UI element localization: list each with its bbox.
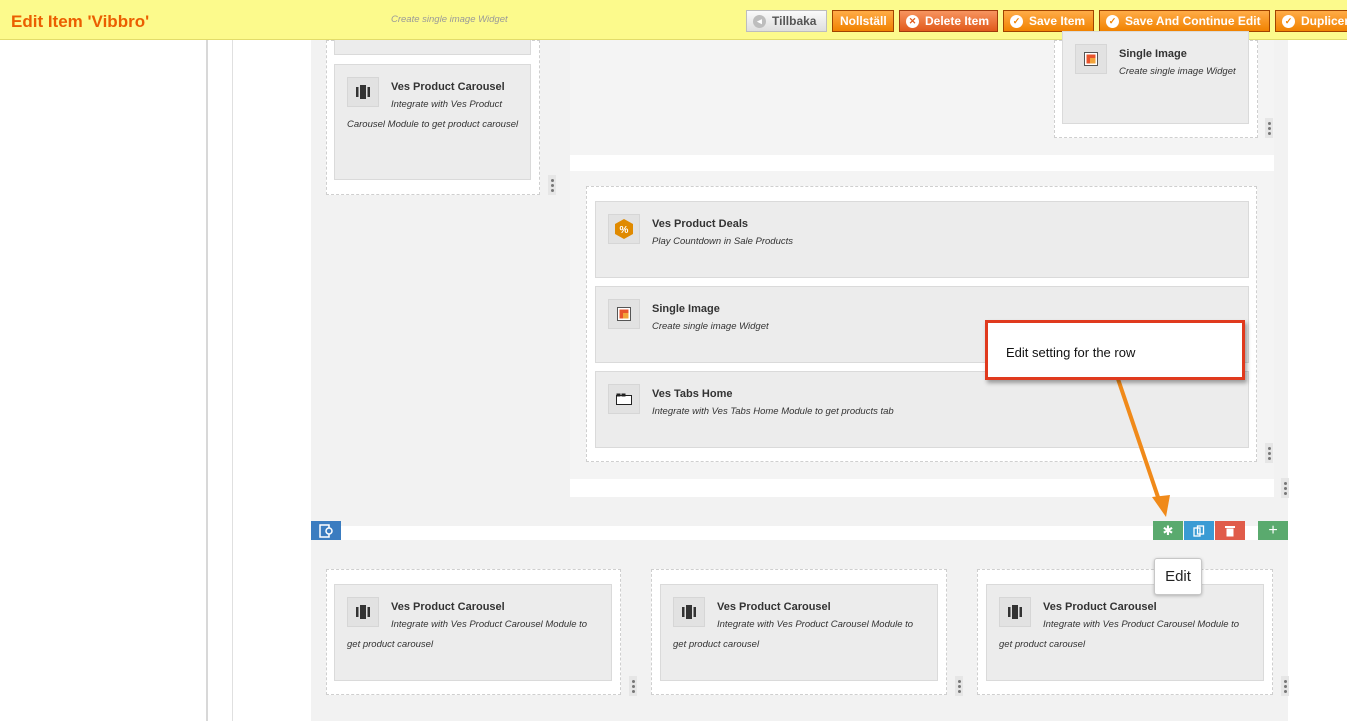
drag-handle[interactable] bbox=[1281, 676, 1289, 696]
drag-handle[interactable] bbox=[1265, 443, 1273, 463]
trash-icon bbox=[1225, 525, 1235, 536]
save-continue-label: Save And Continue Edit bbox=[1125, 14, 1261, 28]
callout-text: Edit setting for the row bbox=[1006, 345, 1136, 360]
delete-icon: ✕ bbox=[906, 14, 919, 28]
check-icon: ✓ bbox=[1282, 14, 1295, 28]
widget-desc: Integrate with Ves Product Carousel Modu… bbox=[347, 619, 588, 650]
row-toolbar bbox=[311, 526, 1288, 540]
tooltip-text: Edit bbox=[1165, 568, 1191, 585]
widget-desc: Integrate with Ves Product Carousel Modu… bbox=[673, 619, 914, 650]
widget-card-partial[interactable]: Create single image Widget bbox=[334, 14, 531, 55]
drag-handle[interactable] bbox=[629, 676, 637, 696]
delete-item-label: Delete Item bbox=[925, 14, 990, 28]
row-separator bbox=[570, 155, 1274, 171]
save-item-label: Save Item bbox=[1029, 14, 1086, 28]
widget-card-carousel[interactable]: Ves Product Carousel Integrate with Ves … bbox=[334, 584, 612, 681]
widget-title: Ves Tabs Home bbox=[652, 388, 733, 400]
row-delete-button[interactable] bbox=[1215, 521, 1245, 540]
reset-button[interactable]: Nollställ bbox=[832, 10, 894, 32]
drag-handle[interactable] bbox=[955, 676, 963, 696]
check-icon: ✓ bbox=[1106, 14, 1119, 28]
widget-desc: Create single image Widget bbox=[391, 14, 508, 25]
save-continue-button[interactable]: ✓ Save And Continue Edit bbox=[1099, 10, 1270, 32]
edit-tooltip: Edit bbox=[1154, 558, 1202, 595]
left-gutter bbox=[208, 40, 233, 721]
widget-title: Ves Product Carousel bbox=[717, 601, 831, 613]
widget-card-deals[interactable]: % Ves Product Deals Play Countdown in Sa… bbox=[595, 201, 1249, 278]
back-button[interactable]: ◂ Tillbaka bbox=[746, 10, 827, 32]
widget-desc: Play Countdown in Sale Products bbox=[652, 236, 793, 247]
back-arrow-icon: ◂ bbox=[753, 14, 766, 28]
back-button-label: Tillbaka bbox=[772, 14, 817, 28]
widget-title: Single Image bbox=[1119, 48, 1187, 60]
widget-title: Ves Product Carousel bbox=[391, 601, 505, 613]
widget-desc: Create single image Widget bbox=[1119, 66, 1236, 77]
drag-handle[interactable] bbox=[548, 175, 556, 195]
widget-title: Ves Product Carousel bbox=[391, 81, 505, 93]
plus-icon: + bbox=[1268, 521, 1278, 539]
annotation-callout: Edit setting for the row bbox=[985, 320, 1245, 380]
check-icon: ✓ bbox=[1010, 14, 1023, 28]
row-duplicate-button[interactable] bbox=[1184, 521, 1214, 540]
copy-icon bbox=[1193, 524, 1205, 537]
row-handle-button[interactable] bbox=[311, 521, 341, 540]
row-add-button[interactable]: + bbox=[1258, 521, 1288, 540]
widget-desc: Integrate with Ves Product Carousel Modu… bbox=[999, 619, 1240, 650]
drag-handle[interactable] bbox=[1265, 118, 1273, 138]
widget-card-carousel[interactable]: Ves Product Carousel Integrate with Ves … bbox=[334, 64, 531, 180]
widget-card-single-image-top[interactable]: Single Image Create single image Widget bbox=[1062, 31, 1249, 124]
row-handle-icon bbox=[319, 523, 333, 538]
drag-handle[interactable] bbox=[1281, 478, 1289, 498]
widget-card-carousel[interactable]: Ves Product Carousel Integrate with Ves … bbox=[986, 584, 1264, 681]
reset-button-label: Nollställ bbox=[840, 14, 887, 28]
widget-title: Single Image bbox=[652, 303, 720, 315]
duplicate-button[interactable]: ✓ Duplicer bbox=[1275, 10, 1347, 32]
annotation-arrow bbox=[1116, 378, 1170, 517]
delete-item-button[interactable]: ✕ Delete Item bbox=[899, 10, 998, 32]
widget-title: Ves Product Carousel bbox=[1043, 601, 1157, 613]
widget-desc: Integrate with Ves Product Carousel Modu… bbox=[347, 99, 519, 130]
widget-card-carousel[interactable]: Ves Product Carousel Integrate with Ves … bbox=[660, 584, 938, 681]
duplicate-label: Duplicer bbox=[1301, 14, 1347, 28]
widget-title: Ves Product Deals bbox=[652, 218, 748, 230]
save-item-button[interactable]: ✓ Save Item bbox=[1003, 10, 1094, 32]
page-title: Edit Item 'Vibbro' bbox=[11, 12, 150, 31]
